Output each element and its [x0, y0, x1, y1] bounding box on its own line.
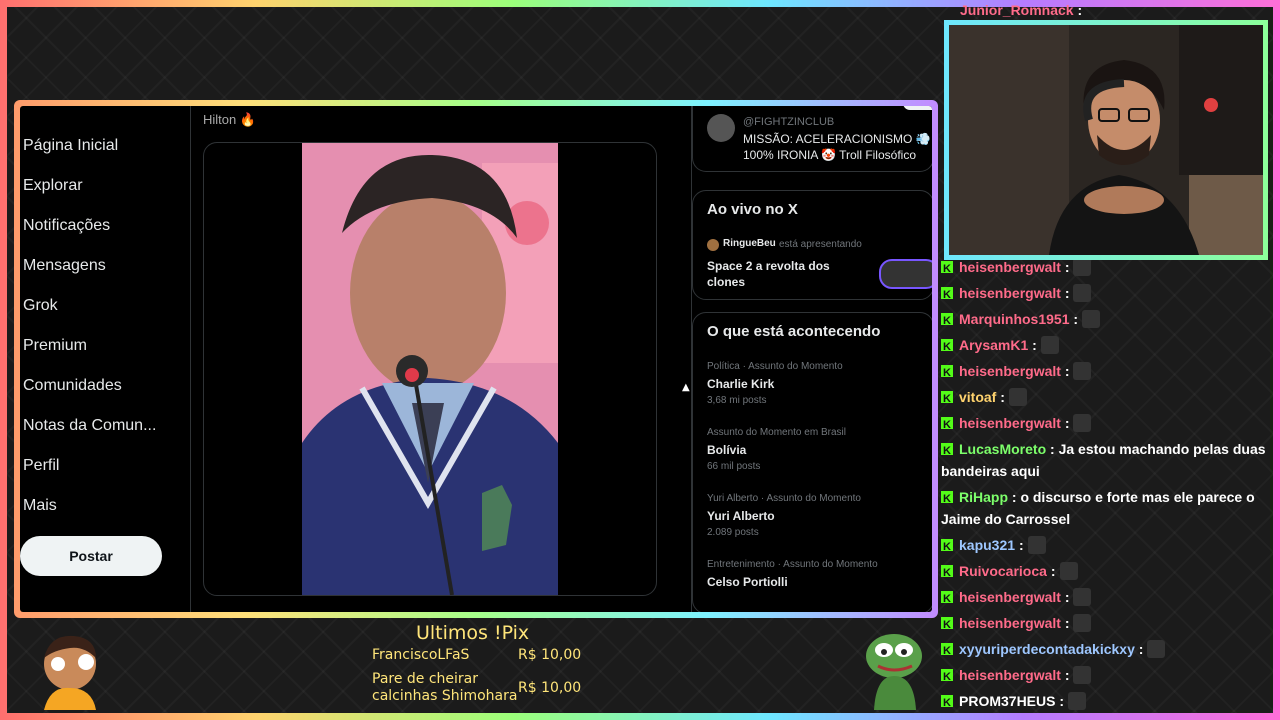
webcam-feed [949, 25, 1263, 255]
trend-meta: Entretenimento · Assunto do Momento [707, 559, 878, 570]
nav-community-notes[interactable]: Notas da Comun... [23, 417, 156, 435]
chat-message: RiHapp : o discurso e forte mas ele pare… [941, 486, 1255, 530]
live-host-suffix: está apresentando [779, 239, 862, 250]
trend-meta: Assunto do Momento em Brasil [707, 427, 846, 438]
trend-topic[interactable]: Charlie Kirk [707, 377, 774, 391]
chat-message: heisenbergwalt : [941, 586, 1092, 610]
post-media-card[interactable] [203, 142, 657, 596]
video-frame-illustration [302, 143, 558, 595]
trend-posts: 3,68 mi posts [707, 395, 767, 406]
live-listeners-avatars[interactable] [879, 259, 932, 289]
chat-message: heisenbergwalt : [941, 612, 1092, 636]
account-bio-line1: MISSÃO: ACELERACIONISMO 💨 [743, 132, 931, 146]
mouse-cursor-icon: ▲ [682, 382, 690, 393]
browser-window: Página Inicial Explorar Notificações Men… [20, 106, 932, 612]
chat-message: heisenbergwalt : [941, 282, 1092, 306]
chat-message: LucasMoreto : Ja estou machando pelas du… [941, 438, 1266, 482]
nav-home[interactable]: Página Inicial [23, 137, 118, 155]
trend-posts: 2.089 posts [707, 527, 759, 538]
account-handle: @FIGHTZINCLUB [743, 116, 835, 128]
trends-title: O que está acontecendo [707, 323, 881, 340]
trend-topic[interactable]: Yuri Alberto [707, 509, 775, 523]
nav-notifications[interactable]: Notificações [23, 217, 110, 235]
chat-message: ArysamK1 : [941, 334, 1059, 358]
live-title: Ao vivo no X [707, 201, 798, 218]
main-feed: Hilton 🔥 [190, 106, 692, 612]
chat-message: heisenbergwalt : [941, 412, 1092, 436]
live-space-title-line2[interactable]: clones [707, 275, 745, 289]
trend-meta: Política · Assunto do Momento [707, 361, 843, 372]
pix-donor-line2: calcinhas Shimohara [372, 688, 518, 704]
chat-message: Ruivocarioca : [941, 560, 1078, 584]
nav-messages[interactable]: Mensagens [23, 257, 106, 275]
right-sidebar: @FIGHTZINCLUB MISSÃO: ACELERACIONISMO 💨 … [692, 106, 932, 612]
nav-explore[interactable]: Explorar [23, 177, 83, 195]
chat-message: heisenbergwalt : [941, 664, 1092, 688]
live-host[interactable]: RingueBeu [723, 238, 776, 249]
chat-message: xyyuriperdecontadakickxy : [941, 638, 1166, 662]
post-video[interactable] [302, 143, 558, 595]
post-button[interactable]: Postar [20, 536, 162, 576]
account-card[interactable]: @FIGHTZINCLUB MISSÃO: ACELERACIONISMO 💨 … [692, 106, 932, 172]
follow-button[interactable] [903, 106, 932, 110]
chat-message: heisenbergwalt : [941, 360, 1092, 384]
frog-emote-icon [866, 634, 922, 710]
account-bio-line2: 100% IRONIA 🤡 Troll Filosófico [743, 148, 916, 162]
pix-value: R$ 10,00 [518, 680, 582, 696]
trends-card: O que está acontecendo Política · Assunt… [692, 312, 932, 612]
webcam-illustration [949, 25, 1263, 255]
nav-more[interactable]: Mais [23, 497, 57, 515]
mascot-character-icon [44, 635, 96, 710]
post-text-fragment: Hilton 🔥 [203, 112, 257, 127]
host-avatar [707, 239, 719, 251]
pix-title: Ultimos !Pix [416, 622, 530, 644]
trend-topic[interactable]: Bolívia [707, 443, 746, 457]
pix-donor: FranciscoLFaS [372, 647, 470, 663]
live-card: Ao vivo no X RingueBeu está apresentando… [692, 190, 932, 300]
trend-meta: Yuri Alberto · Assunto do Momento [707, 493, 861, 504]
pix-donor-line1: Pare de cheirar [372, 671, 479, 687]
chat-message: PROM37HEUS : [941, 690, 1087, 713]
account-avatar [707, 114, 735, 142]
chat-message: Marquinhos1951 : [941, 308, 1101, 332]
nav-grok[interactable]: Grok [23, 297, 58, 315]
live-space-title-line1[interactable]: Space 2 a revolta dos [707, 259, 830, 273]
nav-communities[interactable]: Comunidades [23, 377, 122, 395]
chat-message: kapu321 : [941, 534, 1046, 558]
browser-capture-frame: Página Inicial Explorar Notificações Men… [14, 100, 938, 618]
pix-panel: Ultimos !Pix FranciscoLFaS R$ 10,00 Pare… [360, 620, 590, 710]
nav-profile[interactable]: Perfil [23, 457, 59, 475]
trend-topic[interactable]: Celso Portiolli [707, 575, 788, 589]
webcam-frame [944, 20, 1268, 260]
chat-message: vitoaf : [941, 386, 1027, 410]
nav-premium[interactable]: Premium [23, 337, 87, 355]
pix-value: R$ 10,00 [518, 647, 582, 663]
left-navigation: Página Inicial Explorar Notificações Men… [20, 106, 190, 612]
trend-posts: 66 mil posts [707, 461, 761, 472]
chat-message: Junior_Romnack : [960, 2, 1083, 18]
